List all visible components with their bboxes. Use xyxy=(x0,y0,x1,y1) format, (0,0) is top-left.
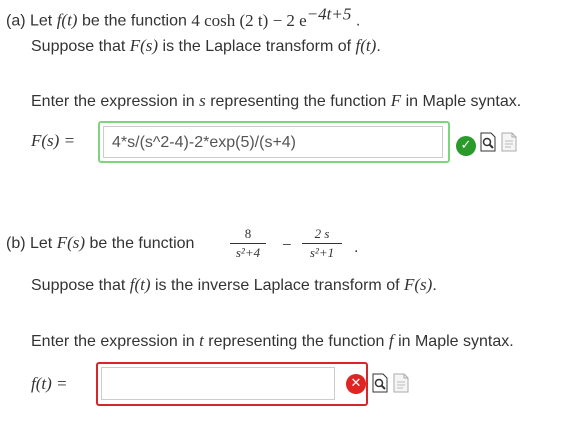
preview-icon-b[interactable] xyxy=(372,373,388,393)
answer-label-a: F(s) = xyxy=(31,131,76,150)
x-icon: ✕ xyxy=(346,374,366,394)
help-doc-icon-b[interactable] xyxy=(393,373,409,393)
part-a-suppose: Suppose that F(s) is the Laplace transfo… xyxy=(31,36,381,55)
period-b: . xyxy=(354,239,359,256)
minus-sign: − xyxy=(282,235,292,254)
answer-input-b[interactable] xyxy=(101,367,335,400)
preview-icon[interactable] xyxy=(480,132,496,152)
part-a-instructions: Enter the expression in s representing t… xyxy=(31,91,522,110)
check-icon: ✓ xyxy=(456,136,476,156)
answer-label-b: f(t) = xyxy=(31,374,68,393)
help-doc-icon[interactable] xyxy=(501,132,517,152)
part-b-suppose: Suppose that f(t) is the inverse Laplace… xyxy=(31,275,437,294)
answer-input-a[interactable]: 4*s/(s^2-4)-2*exp(5)/(s+4) xyxy=(103,126,443,158)
part-b-statement: (b) Let F(s) be the function xyxy=(6,233,195,252)
fraction-1: 8 s²+4 xyxy=(230,227,266,260)
part-b-instructions: Enter the expression in t representing t… xyxy=(31,331,514,350)
fraction-2: 2 s s²+1 xyxy=(302,227,342,260)
part-a-statement: (a) Let f(t) be the function 4 cosh (2 t… xyxy=(6,4,361,30)
function-expression: 4 cosh (2 t) − 2 e−4t+5 xyxy=(191,4,352,30)
